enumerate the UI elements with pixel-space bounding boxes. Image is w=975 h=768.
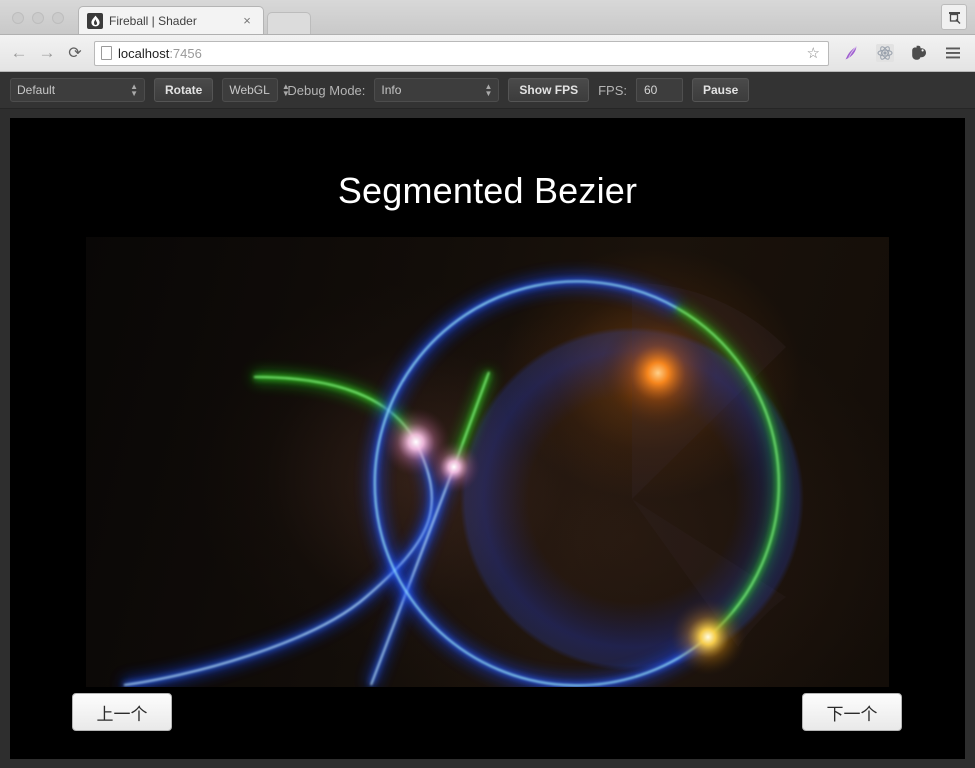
page-title: Segmented Bezier bbox=[337, 170, 638, 211]
shader-canvas[interactable]: Segmented Bezier 上一个 下一个 bbox=[10, 118, 965, 759]
chevron-updown-icon: ▲ ▼ bbox=[484, 82, 493, 98]
prev-button[interactable]: 上一个 bbox=[72, 693, 172, 731]
magenta-node-middle bbox=[428, 441, 480, 493]
maximize-window-button[interactable] bbox=[52, 12, 64, 24]
chrome-menu-icon[interactable] bbox=[941, 41, 965, 65]
next-button[interactable]: 下一个 bbox=[802, 693, 902, 731]
window-traffic-lights bbox=[0, 12, 74, 34]
ime-bookmark-icon[interactable] bbox=[941, 4, 967, 30]
reload-icon[interactable]: ⟳ bbox=[66, 44, 84, 62]
fps-input[interactable]: 60 bbox=[635, 78, 683, 102]
forward-icon[interactable]: → bbox=[38, 43, 56, 62]
debug-mode-select[interactable]: Info ▲ ▼ bbox=[374, 78, 500, 102]
rotate-button[interactable]: Rotate bbox=[154, 78, 214, 102]
close-tab-icon[interactable]: × bbox=[239, 13, 255, 29]
browser-window: Fireball | Shader × ← → ⟳ localhost:7456… bbox=[0, 0, 975, 768]
pocket-feather-icon[interactable] bbox=[839, 41, 863, 65]
fps-label: FPS: bbox=[598, 82, 627, 98]
stage-container: Segmented Bezier 上一个 下一个 bbox=[0, 110, 975, 768]
yellow-node-circle bbox=[670, 599, 746, 675]
address-port: :7456 bbox=[169, 45, 202, 61]
back-icon[interactable]: ← bbox=[10, 43, 28, 62]
app-toolbar: Default ▲ ▼ Rotate WebGL ▲ ▼ Debug Mode: I… bbox=[0, 72, 975, 109]
minimize-window-button[interactable] bbox=[32, 12, 44, 24]
debug-mode-select-value: Info bbox=[381, 83, 402, 97]
browser-toolbar: ← → ⟳ localhost:7456 ☆ bbox=[0, 35, 975, 72]
tab-title: Fireball | Shader bbox=[109, 13, 197, 28]
page-icon bbox=[101, 46, 112, 60]
address-bar-text: localhost:7456 bbox=[118, 46, 202, 61]
bookmark-star-icon[interactable]: ☆ bbox=[807, 44, 822, 62]
chevron-updown-icon: ▲ ▼ bbox=[130, 82, 138, 98]
address-bar[interactable]: localhost:7456 ☆ bbox=[94, 40, 829, 66]
scene-select[interactable]: Default ▲ ▼ bbox=[10, 78, 145, 102]
orange-point-light bbox=[600, 315, 716, 431]
renderer-select[interactable]: WebGL ▲ ▼ bbox=[222, 78, 290, 102]
address-host: localhost bbox=[118, 45, 170, 61]
react-devtools-icon[interactable] bbox=[873, 41, 897, 65]
show-fps-button[interactable]: Show FPS bbox=[508, 78, 590, 102]
pause-button[interactable]: Pause bbox=[691, 78, 750, 102]
new-tab-button[interactable] bbox=[267, 12, 311, 34]
browser-tab[interactable]: Fireball | Shader × bbox=[78, 6, 264, 34]
scene-select-value: Default bbox=[17, 83, 56, 97]
shader-viewport bbox=[86, 237, 889, 687]
debug-mode-label: Debug Mode: bbox=[287, 82, 366, 98]
renderer-select-value: WebGL bbox=[229, 83, 270, 97]
close-window-button[interactable] bbox=[12, 12, 24, 24]
fireball-droplet-icon bbox=[87, 12, 103, 29]
evernote-elephant-icon[interactable] bbox=[907, 41, 931, 65]
bezier-render bbox=[123, 273, 804, 687]
tab-strip: Fireball | Shader × bbox=[0, 0, 975, 35]
